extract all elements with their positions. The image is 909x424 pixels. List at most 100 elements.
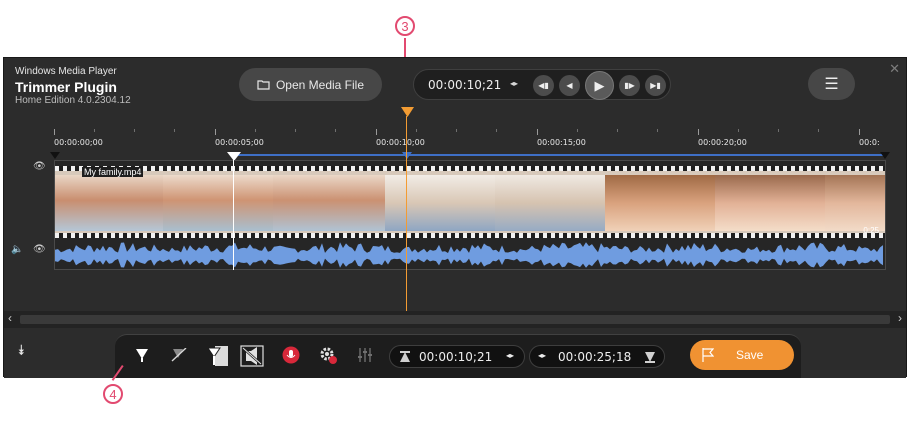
flag-icon <box>702 348 714 362</box>
ruler-label: 00:00:20;00 <box>698 138 747 147</box>
ruler-tick <box>537 129 538 135</box>
ruler-tick <box>94 129 95 132</box>
screenshot-stage: 3 ✕ Windows Media Player Trimmer Plugin … <box>0 0 909 424</box>
timeline-scrollbar[interactable]: ‹ › <box>4 311 906 328</box>
ruler-tick <box>496 129 497 132</box>
range-end-marker[interactable] <box>880 152 890 160</box>
callout-3-label: 3 <box>401 18 409 34</box>
ruler-tick <box>295 129 296 132</box>
video-frame <box>273 175 385 231</box>
ruler-tick <box>859 129 860 135</box>
app-name: Windows Media Player <box>15 66 117 77</box>
ruler-tick <box>456 129 457 132</box>
video-frame <box>715 175 825 231</box>
scroll-thumb[interactable] <box>20 315 890 324</box>
go-to-end-button[interactable]: ▶▮ <box>645 75 666 96</box>
ruler-tick <box>818 129 819 132</box>
close-icon[interactable]: ✕ <box>889 61 900 77</box>
ruler-tick <box>54 129 55 135</box>
end-time-box[interactable]: ◂▸ 00:00:25;18 <box>529 345 665 368</box>
playhead-handle[interactable] <box>401 107 414 118</box>
set-start-marker-icon[interactable] <box>135 348 149 362</box>
ruler-tick <box>255 129 256 132</box>
video-frame <box>825 175 885 231</box>
record-voice-icon[interactable] <box>282 346 300 364</box>
video-frame <box>605 175 715 231</box>
play-button[interactable]: ▶ <box>585 71 614 100</box>
edition-label: Home Edition 4.0.2304.12 <box>15 95 131 106</box>
start-bracket-icon <box>400 351 410 362</box>
film-sprockets-top <box>55 166 885 171</box>
scroll-right-icon[interactable]: › <box>898 311 902 325</box>
trim-selection-icon[interactable] <box>207 346 229 366</box>
ruler-tick <box>134 129 135 132</box>
ruler-tick <box>335 129 336 132</box>
equalizer-icon[interactable] <box>357 347 373 363</box>
step-back-button[interactable]: ◀ <box>559 75 580 96</box>
skip-end-icon: ▶▮ <box>650 81 661 90</box>
ruler-tick <box>657 129 658 132</box>
selection-range-bar <box>234 154 886 156</box>
start-time-box[interactable]: 00:00:10;21 ◂▸ <box>389 345 525 368</box>
ruler-tick <box>215 129 216 135</box>
collapse-icon[interactable]: ⯯ <box>17 342 25 359</box>
remove-marker-icon[interactable] <box>171 348 187 362</box>
ruler-label: 00:00:00;00 <box>54 138 103 147</box>
play-icon: ▶ <box>594 77 605 93</box>
end-bracket-icon <box>645 352 655 363</box>
step-forward-icon: ▮▶ <box>624 81 635 90</box>
ruler-tick <box>738 129 739 132</box>
video-visibility-eye-icon[interactable]: 👁 <box>33 161 46 172</box>
ruler-label: 00:00:15;00 <box>537 138 586 147</box>
video-frame <box>163 175 273 231</box>
time-ruler[interactable]: 00:00:00;00 00:00:05;00 00:00:10;00 00:0… <box>54 129 888 153</box>
settings-gear-icon[interactable] <box>318 345 338 365</box>
go-to-start-button[interactable]: ◀▮ <box>533 75 554 96</box>
ruler-tick <box>577 129 578 132</box>
callout-4-label: 4 <box>109 386 117 402</box>
range-start-marker[interactable] <box>50 152 60 160</box>
ruler-tick <box>698 129 699 135</box>
start-time-spin-icon[interactable]: ◂▸ <box>506 351 514 360</box>
end-time-value[interactable]: 00:00:25;18 <box>558 350 631 364</box>
ruler-tick <box>416 129 417 132</box>
ruler-tick <box>376 129 377 135</box>
transport-bar: 00:00:10;21 ◂▸ ◀▮ ◀ ▶ ▮▶ ▶▮ <box>413 69 671 100</box>
trimmer-window: ✕ Windows Media Player Trimmer Plugin Ho… <box>3 57 907 378</box>
open-media-file-label: Open Media File <box>275 77 365 92</box>
ruler-label: 00:0: <box>859 138 880 147</box>
callout-3: 3 <box>395 16 415 36</box>
video-clip[interactable]: My family.mp4 0:25 <box>55 166 885 238</box>
plugin-title: Trimmer Plugin <box>15 79 117 95</box>
ruler-label: 00:00:10;00 <box>376 138 425 147</box>
film-sprockets-bottom <box>55 233 885 238</box>
mute-video-icon[interactable] <box>240 345 264 367</box>
current-time[interactable]: 00:00:10;21 <box>428 78 501 92</box>
save-button[interactable]: Save <box>690 340 794 370</box>
folder-icon <box>257 80 270 90</box>
audio-waveform[interactable] <box>55 241 885 270</box>
end-time-spin-icon[interactable]: ◂▸ <box>538 351 546 360</box>
scroll-left-icon[interactable]: ‹ <box>8 311 12 325</box>
video-frame <box>495 175 605 231</box>
skip-start-icon: ◀▮ <box>538 81 549 90</box>
video-frame <box>55 175 163 231</box>
media-track[interactable]: My family.mp4 0:25 <box>54 160 886 270</box>
time-spin-icon[interactable]: ◂▸ <box>510 79 518 88</box>
audio-visibility-eye-icon[interactable]: 👁 <box>33 244 46 255</box>
open-media-file-button[interactable]: Open Media File <box>239 68 382 101</box>
start-time-value[interactable]: 00:00:10;21 <box>419 350 492 364</box>
bottom-toolbar: ⯯ 00:00:10;21 ◂▸ ◂▸ 00:00:25;18 Save <box>4 328 906 378</box>
trim-start-line <box>233 160 234 270</box>
selection-marker <box>402 152 412 159</box>
ruler-label: 00:00:05;00 <box>215 138 264 147</box>
video-frame <box>385 175 495 231</box>
clip-name: My family.mp4 <box>82 167 144 177</box>
step-back-icon: ◀ <box>566 81 573 90</box>
menu-button[interactable]: ☰ <box>808 68 855 100</box>
ruler-tick <box>174 129 175 132</box>
ruler-tick <box>778 129 779 132</box>
step-forward-button[interactable]: ▮▶ <box>619 75 640 96</box>
clip-end-label: 0:25 <box>863 226 879 235</box>
audio-speaker-icon[interactable]: 🔈 <box>11 244 23 255</box>
